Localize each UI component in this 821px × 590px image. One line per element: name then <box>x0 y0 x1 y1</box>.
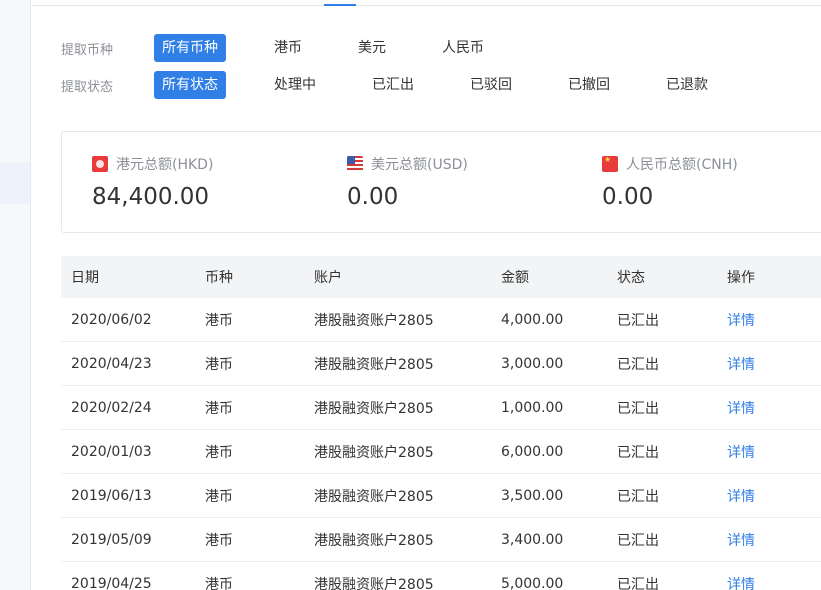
row-status: 已汇出 <box>617 356 659 373</box>
total-hkd: 港元总额(HKD) 84,400.00 <box>92 154 213 210</box>
status-filter-label: 提取状态 <box>61 79 114 95</box>
row-account: 港股融资账户2805 <box>314 532 434 549</box>
row-status: 已汇出 <box>617 576 659 590</box>
total-usd-label: 美元总额(USD) <box>371 157 468 173</box>
total-cnh-label: 人民币总额(CNH) <box>626 157 738 173</box>
total-usd: 美元总额(USD) 0.00 <box>347 154 468 210</box>
row-status: 已汇出 <box>617 400 659 417</box>
row-account: 港股融资账户2805 <box>314 488 434 505</box>
table-row: 2020/04/23 港币 港股融资账户2805 3,000.00 已汇出 详情 <box>61 342 821 386</box>
total-cnh-value: 0.00 <box>602 184 654 210</box>
row-account: 港股融资账户2805 <box>314 312 434 329</box>
column-header-status: 状态 <box>617 270 645 286</box>
total-usd-value: 0.00 <box>347 184 399 210</box>
row-date: 2020/04/23 <box>71 355 152 372</box>
table-row: 2020/01/03 港币 港股融资账户2805 6,000.00 已汇出 详情 <box>61 430 821 474</box>
status-chip-remitted[interactable]: 已汇出 <box>364 71 422 99</box>
row-account: 港股融资账户2805 <box>314 576 434 590</box>
row-details-link[interactable]: 详情 <box>727 486 807 506</box>
column-header-amount: 金额 <box>501 270 529 286</box>
status-chip-refunded[interactable]: 已退款 <box>658 71 716 99</box>
row-account: 港股融资账户2805 <box>314 444 434 461</box>
row-amount: 6,000.00 <box>501 443 564 460</box>
currency-filter-row: 提取币种 所有币种 港币 美元 人民币 <box>61 33 532 63</box>
status-chip-withdrawn[interactable]: 已撤回 <box>560 71 618 99</box>
table-row: 2019/04/25 港币 港股融资账户2805 5,000.00 已汇出 详情 <box>61 562 821 590</box>
row-status: 已汇出 <box>617 488 659 505</box>
row-status: 已汇出 <box>617 312 659 329</box>
currency-chip-cnh[interactable]: 人民币 <box>434 34 492 62</box>
status-filter-row: 提取状态 所有状态 处理中 已汇出 已驳回 已撤回 已退款 <box>61 70 756 100</box>
total-hkd-value: 84,400.00 <box>92 184 210 210</box>
row-amount: 1,000.00 <box>501 399 564 416</box>
column-header-date: 日期 <box>71 270 99 286</box>
row-status: 已汇出 <box>617 532 659 549</box>
row-details-link[interactable]: 详情 <box>727 442 807 462</box>
left-nav-rail <box>0 0 31 590</box>
row-date: 2019/04/25 <box>71 575 152 590</box>
column-header-currency: 币种 <box>205 270 233 286</box>
row-details-link[interactable]: 详情 <box>727 354 807 374</box>
row-amount: 5,000.00 <box>501 575 564 590</box>
column-header-action: 操作 <box>727 270 755 286</box>
row-details-link[interactable]: 详情 <box>727 574 807 590</box>
row-currency: 港币 <box>205 488 233 505</box>
row-currency: 港币 <box>205 532 233 549</box>
row-currency: 港币 <box>205 356 233 373</box>
status-chip-processing[interactable]: 处理中 <box>266 71 324 99</box>
row-date: 2020/02/24 <box>71 399 152 416</box>
left-nav-active-item[interactable] <box>0 162 30 204</box>
table-header: 日期 币种 账户 金额 状态 操作 <box>61 256 821 298</box>
cn-flag-icon <box>602 156 618 172</box>
table-row: 2020/06/02 港币 港股融资账户2805 4,000.00 已汇出 详情 <box>61 298 821 342</box>
table-row: 2020/02/24 港币 港股融资账户2805 1,000.00 已汇出 详情 <box>61 386 821 430</box>
row-date: 2019/06/13 <box>71 487 152 504</box>
row-currency: 港币 <box>205 444 233 461</box>
total-hkd-label: 港元总额(HKD) <box>116 157 214 173</box>
table-row: 2019/05/09 港币 港股融资账户2805 3,400.00 已汇出 详情 <box>61 518 821 562</box>
row-status: 已汇出 <box>617 444 659 461</box>
row-amount: 3,000.00 <box>501 355 564 372</box>
row-currency: 港币 <box>205 400 233 417</box>
column-header-account: 账户 <box>314 270 342 286</box>
withdrawal-table: 日期 币种 账户 金额 状态 操作 2020/06/02 港币 港股融资账户28… <box>61 256 821 590</box>
row-amount: 3,400.00 <box>501 531 564 548</box>
totals-summary-card: 港元总额(HKD) 84,400.00 美元总额(USD) 0.00 人民币总额… <box>61 131 821 233</box>
status-chip-all[interactable]: 所有状态 <box>154 71 226 99</box>
withdrawal-records-page: 提取币种 所有币种 港币 美元 人民币 提取状态 所有状态 处理中 已汇出 已驳… <box>0 0 821 590</box>
row-details-link[interactable]: 详情 <box>727 310 807 330</box>
row-details-link[interactable]: 详情 <box>727 398 807 418</box>
row-account: 港股融资账户2805 <box>314 400 434 417</box>
currency-chip-hkd[interactable]: 港币 <box>266 34 310 62</box>
row-amount: 4,000.00 <box>501 311 564 328</box>
top-tab-active-indicator <box>324 4 356 6</box>
row-date: 2020/01/03 <box>71 443 152 460</box>
currency-chip-usd[interactable]: 美元 <box>350 34 394 62</box>
currency-chip-all[interactable]: 所有币种 <box>154 34 226 62</box>
row-account: 港股融资账户2805 <box>314 356 434 373</box>
status-chip-rejected[interactable]: 已驳回 <box>462 71 520 99</box>
row-amount: 3,500.00 <box>501 487 564 504</box>
row-details-link[interactable]: 详情 <box>727 530 807 550</box>
row-currency: 港币 <box>205 312 233 329</box>
total-cnh: 人民币总额(CNH) 0.00 <box>602 154 738 210</box>
hk-flag-icon <box>92 156 108 172</box>
row-date: 2019/05/09 <box>71 531 152 548</box>
table-row: 2019/06/13 港币 港股融资账户2805 3,500.00 已汇出 详情 <box>61 474 821 518</box>
row-currency: 港币 <box>205 576 233 590</box>
currency-filter-label: 提取币种 <box>61 42 114 58</box>
row-date: 2020/06/02 <box>71 311 152 328</box>
top-tab-bar-border <box>31 5 821 6</box>
us-flag-icon <box>347 156 363 172</box>
